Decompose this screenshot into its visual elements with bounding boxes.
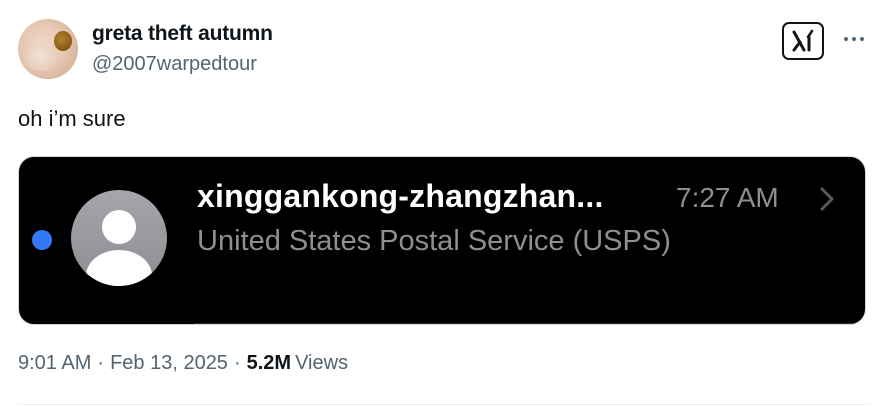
tweet: greta theft autumn @2007warpedtour oh i’…	[0, 0, 890, 406]
tweet-date[interactable]: Feb 13, 2025	[110, 352, 228, 374]
handle[interactable]: @2007warpedtour	[92, 53, 257, 76]
unread-dot	[32, 230, 52, 250]
avatar-highlight	[24, 45, 58, 71]
views-count[interactable]: 5.2M	[247, 352, 291, 374]
message-separator	[194, 323, 865, 324]
contact-avatar-body	[86, 250, 152, 286]
display-name[interactable]: greta theft autumn	[92, 22, 273, 46]
more-icon	[844, 37, 864, 41]
divider	[18, 404, 870, 405]
tweet-text: oh i’m sure	[18, 106, 126, 131]
contact-avatar	[71, 190, 167, 286]
views-label: Views	[295, 352, 349, 374]
meta-separator: ·	[233, 352, 241, 374]
message-sender: xinggankong-zhangzhan...	[197, 178, 604, 214]
message-preview: United States Postal Service (USPS)	[197, 225, 671, 257]
meta-separator: ·	[97, 352, 105, 374]
avatar[interactable]	[18, 19, 78, 79]
message-time: 7:27 AM	[676, 182, 779, 213]
chevron-right-icon	[820, 187, 834, 211]
grok-button[interactable]	[782, 22, 824, 60]
tweet-meta: 9:01 AM · Feb 13, 2025 · 5.2M Views	[18, 352, 348, 375]
contact-avatar-head	[102, 210, 136, 244]
tweet-image[interactable]: xinggankong-zhangzhan... 7:27 AM United …	[18, 156, 866, 325]
grok-icon	[792, 29, 814, 52]
more-button[interactable]	[838, 25, 870, 53]
tweet-time[interactable]: 9:01 AM	[18, 352, 91, 374]
avatar-object	[54, 31, 72, 51]
